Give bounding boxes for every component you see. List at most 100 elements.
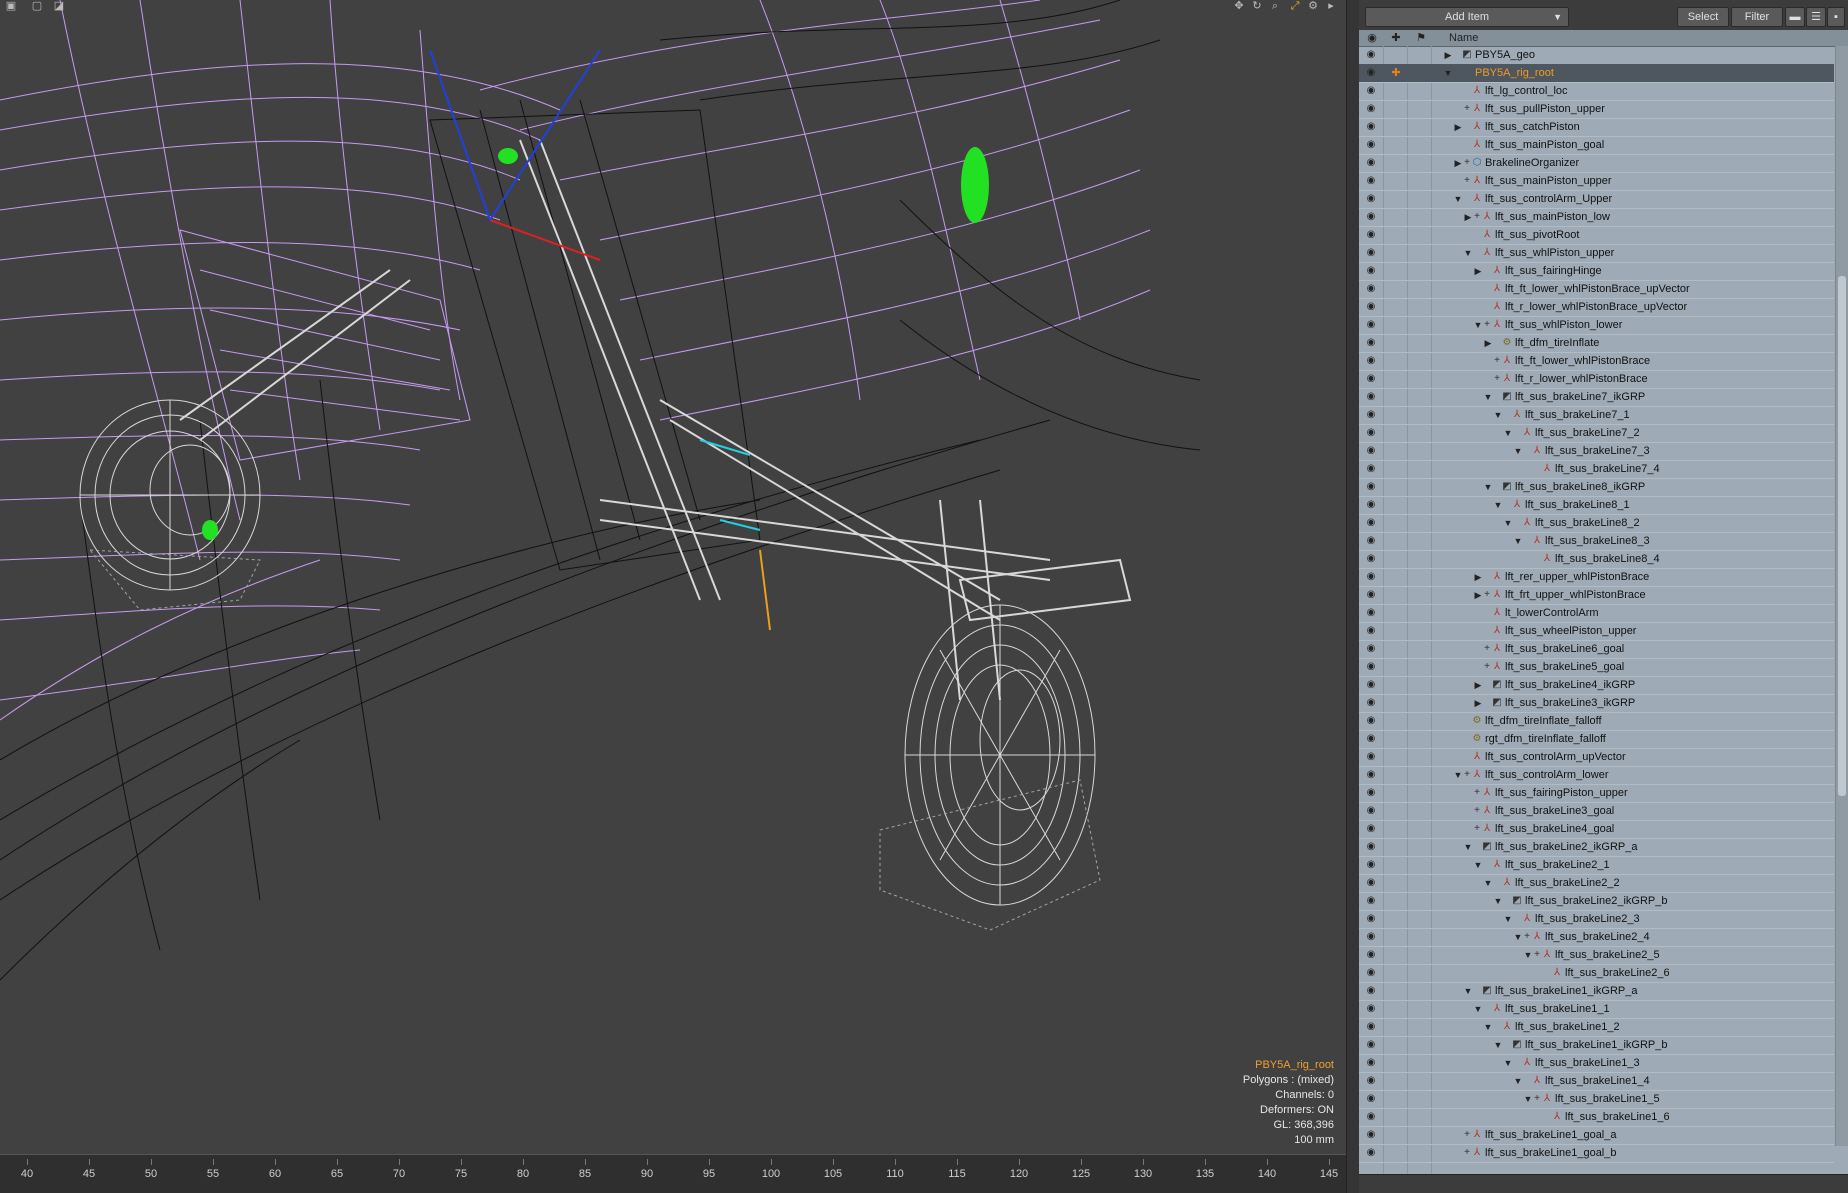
- plus-icon[interactable]: +: [1483, 642, 1491, 656]
- visibility-eye-icon[interactable]: ◉: [1365, 211, 1377, 223]
- visibility-eye-icon[interactable]: ◉: [1365, 373, 1377, 385]
- item-row[interactable]: ◉ + ▶ ⅄ lft_sus_mainPiston_low: [1359, 208, 1834, 227]
- item-row[interactable]: ◉ ▼ ⅄ lft_sus_controlArm_Upper: [1359, 190, 1834, 209]
- name-column-header[interactable]: Name: [1449, 32, 1478, 44]
- item-row[interactable]: ◉ ▼ ◩ lft_sus_brakeLine1_ikGRP_b: [1359, 1036, 1834, 1055]
- plus-icon[interactable]: +: [1523, 930, 1531, 944]
- visibility-eye-icon[interactable]: ◉: [1365, 913, 1377, 925]
- expand-arrow-down-icon[interactable]: ▼: [1483, 876, 1493, 890]
- visibility-eye-icon[interactable]: ◉: [1365, 607, 1377, 619]
- visibility-eye-icon[interactable]: ◉: [1365, 949, 1377, 961]
- visibility-eye-icon[interactable]: ◉: [1365, 1129, 1377, 1141]
- item-row[interactable]: ◉ ▼ ⅄ lft_sus_brakeLine1_3: [1359, 1054, 1834, 1073]
- viewport-view-icon[interactable]: ▢: [30, 0, 44, 12]
- visibility-eye-icon[interactable]: ◉: [1365, 553, 1377, 565]
- add-item-dropdown[interactable]: Add Item ▼: [1365, 7, 1569, 27]
- plus-icon[interactable]: +: [1463, 768, 1471, 782]
- item-row[interactable]: ◉ + ▼ ⅄ lft_sus_brakeLine2_5: [1359, 946, 1834, 965]
- plus-icon[interactable]: +: [1473, 804, 1481, 818]
- item-row[interactable]: ◉ ⅄ lft_sus_brakeLine8_4: [1359, 550, 1834, 569]
- select-button[interactable]: Select: [1677, 7, 1729, 27]
- visibility-eye-icon[interactable]: ◉: [1365, 1093, 1377, 1105]
- viewport-zoom-icon[interactable]: ⌕: [1268, 0, 1282, 12]
- item-row[interactable]: ◉ ⅄ lft_sus_brakeLine1_6: [1359, 1108, 1834, 1127]
- visibility-eye-icon[interactable]: ◉: [1365, 247, 1377, 259]
- viewport-shading-icon[interactable]: ◪: [52, 0, 66, 12]
- visibility-eye-icon[interactable]: ◉: [1365, 823, 1377, 835]
- item-row[interactable]: ◉ + ⅄ lft_r_lower_whlPistonBrace: [1359, 370, 1834, 389]
- item-row[interactable]: ◉ ▼ ⅄ lft_sus_brakeLine2_2: [1359, 874, 1834, 893]
- expand-arrow-right-icon[interactable]: ▶: [1473, 570, 1483, 584]
- item-row[interactable]: ◉ ⅄ lft_ft_lower_whlPistonBrace_upVector: [1359, 280, 1834, 299]
- item-row[interactable]: ◉ ⅄ lft_sus_brakeLine2_6: [1359, 964, 1834, 983]
- viewport-rotate-icon[interactable]: ↻: [1250, 0, 1264, 12]
- item-row[interactable]: ◉ ▼ ⅄ lft_sus_brakeLine2_3: [1359, 910, 1834, 929]
- item-row[interactable]: ◉ ▶ ◩ PBY5A_geo: [1359, 46, 1834, 65]
- expand-arrow-down-icon[interactable]: ▼: [1453, 192, 1463, 206]
- expand-arrow-right-icon[interactable]: ▶: [1473, 696, 1483, 710]
- item-row[interactable]: ◉ ▼ ⅄ lft_sus_brakeLine1_1: [1359, 1000, 1834, 1019]
- expand-arrow-down-icon[interactable]: ▼: [1463, 246, 1473, 260]
- viewport-maximize-icon[interactable]: ⤢: [1288, 0, 1302, 12]
- item-row[interactable]: ◉ ▼ ⅄ lft_sus_brakeLine7_2: [1359, 424, 1834, 443]
- expand-arrow-down-icon[interactable]: ▼: [1463, 984, 1473, 998]
- expand-arrow-down-icon[interactable]: ▼: [1483, 1020, 1493, 1034]
- item-row[interactable]: ◉ + ⅄ lft_sus_brakeLine5_goal: [1359, 658, 1834, 677]
- transform-gizmo[interactable]: [429, 49, 771, 631]
- item-row[interactable]: ◉ + ▼ ⅄ lft_sus_whlPiston_lower: [1359, 316, 1834, 335]
- expand-arrow-right-icon[interactable]: ▶: [1453, 120, 1463, 134]
- plus-icon[interactable]: +: [1463, 1128, 1471, 1142]
- item-row[interactable]: ◉ ▼ ⅄ lft_sus_brakeLine7_3: [1359, 442, 1834, 461]
- expand-arrow-down-icon[interactable]: ▼: [1513, 534, 1523, 548]
- expand-arrow-down-icon[interactable]: ▼: [1513, 930, 1523, 944]
- visibility-eye-icon[interactable]: ◉: [1365, 49, 1377, 61]
- visibility-eye-icon[interactable]: ◉: [1365, 1111, 1377, 1123]
- visibility-eye-icon[interactable]: ◉: [1365, 319, 1377, 331]
- visibility-eye-icon[interactable]: ◉: [1365, 67, 1377, 79]
- visibility-eye-icon[interactable]: ◉: [1365, 175, 1377, 187]
- item-row[interactable]: ◉ + ▶ ⬡ BrakelineOrganizer: [1359, 154, 1834, 173]
- plus-icon[interactable]: +: [1493, 372, 1501, 386]
- expand-arrow-down-icon[interactable]: ▼: [1503, 912, 1513, 926]
- expand-arrow-right-icon[interactable]: ▶: [1473, 264, 1483, 278]
- expand-arrow-down-icon[interactable]: ▼: [1483, 480, 1493, 494]
- item-row[interactable]: ◉ ▼ ◩ lft_sus_brakeLine2_ikGRP_b: [1359, 892, 1834, 911]
- viewport-settings-icon[interactable]: ⚙: [1306, 0, 1320, 12]
- plus-icon[interactable]: +: [1483, 588, 1491, 602]
- plus-icon[interactable]: +: [1493, 354, 1501, 368]
- visibility-eye-icon[interactable]: ◉: [1365, 337, 1377, 349]
- timeline-ruler[interactable]: 40 45 50 55 60 65 70 75 80 85 90 95 100 105 110 115 120 1…: [0, 1154, 1346, 1193]
- expand-arrow-down-icon[interactable]: ▼: [1493, 408, 1503, 422]
- item-row[interactable]: ◉ + ▼ ⅄ lft_sus_controlArm_lower: [1359, 766, 1834, 785]
- item-row[interactable]: ◉ ⅄ lft_lg_control_loc: [1359, 82, 1834, 101]
- expand-arrow-right-icon[interactable]: ▶: [1483, 336, 1493, 350]
- viewport-layout-icon[interactable]: ▣: [4, 0, 18, 12]
- expand-arrow-right-icon[interactable]: ▶: [1463, 210, 1473, 224]
- item-row[interactable]: ◉ + ▼ ⅄ lft_sus_brakeLine1_5: [1359, 1090, 1834, 1109]
- visibility-eye-icon[interactable]: ◉: [1365, 157, 1377, 169]
- item-row[interactable]: ◉ ▶ ⚙ lft_dfm_tireInflate: [1359, 334, 1834, 353]
- visibility-eye-icon[interactable]: ◉: [1365, 265, 1377, 277]
- visibility-eye-icon[interactable]: ◉: [1365, 589, 1377, 601]
- visibility-eye-icon[interactable]: ◉: [1365, 967, 1377, 979]
- plus-icon[interactable]: +: [1473, 822, 1481, 836]
- visibility-eye-icon[interactable]: ◉: [1365, 1057, 1377, 1069]
- visibility-eye-icon[interactable]: ◉: [1365, 697, 1377, 709]
- visibility-eye-icon[interactable]: ◉: [1365, 283, 1377, 295]
- item-row[interactable]: ◉ ⚙ lft_dfm_tireInflate_falloff: [1359, 712, 1834, 731]
- lock-column-icon[interactable]: ✚: [1389, 31, 1403, 45]
- expand-arrow-down-icon[interactable]: ▼: [1493, 894, 1503, 908]
- visibility-eye-icon[interactable]: ◉: [1365, 571, 1377, 583]
- expand-arrow-right-icon[interactable]: ▶: [1453, 156, 1463, 170]
- item-row[interactable]: ◉ ▼ ⅄ lft_sus_brakeLine1_2: [1359, 1018, 1834, 1037]
- item-row[interactable]: ◉ ▶ ⅄ lft_sus_catchPiston: [1359, 118, 1834, 137]
- item-row[interactable]: ◉ + ▼ ⅄ lft_sus_brakeLine2_4: [1359, 928, 1834, 947]
- item-row[interactable]: ◉ + ▶ ⅄ lft_frt_upper_whlPistonBrace: [1359, 586, 1834, 605]
- item-row[interactable]: ◉ + ⅄ lft_sus_pullPiston_upper: [1359, 100, 1834, 119]
- green-handle-top[interactable]: [498, 148, 518, 164]
- visibility-eye-icon[interactable]: ◉: [1365, 229, 1377, 241]
- visibility-eye-icon[interactable]: ◉: [1365, 985, 1377, 997]
- item-row[interactable]: ◉ ▼ ◩ lft_sus_brakeLine2_ikGRP_a: [1359, 838, 1834, 857]
- list-options-icon[interactable]: ☰: [1806, 7, 1826, 27]
- item-row[interactable]: ◉ ▶ ◩ lft_sus_brakeLine4_ikGRP: [1359, 676, 1834, 695]
